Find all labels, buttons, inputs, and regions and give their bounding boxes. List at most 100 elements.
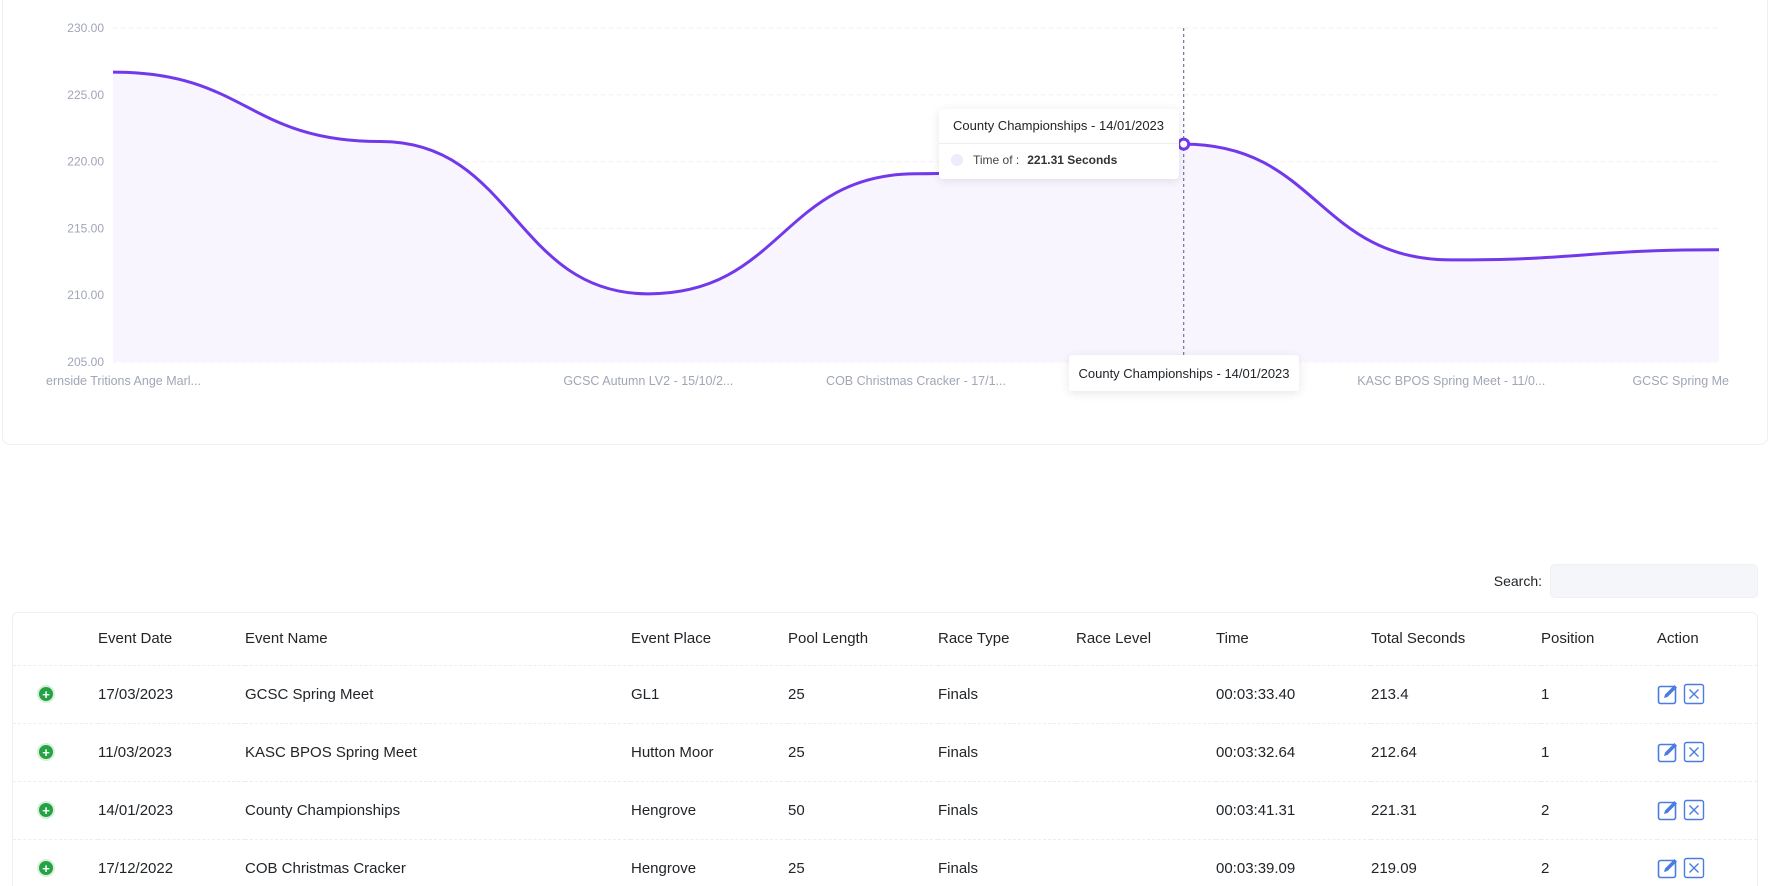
- col-race-type[interactable]: Race Type: [938, 613, 1076, 665]
- event-name-cell: COB Christmas Cracker: [245, 859, 406, 877]
- col-action: Action: [1657, 630, 1699, 648]
- tooltip-value: 221.31 Seconds: [1027, 153, 1118, 167]
- race-type-cell: Finals: [938, 743, 979, 761]
- delete-icon[interactable]: [1683, 799, 1705, 821]
- event-date-cell: 17/12/2022: [98, 859, 174, 877]
- expand-row-plus-icon[interactable]: +: [37, 859, 55, 878]
- y-tick-label: 230.00: [67, 21, 104, 35]
- table-row: + 17/03/2023 GCSC Spring Meet GL1 25 Fin…: [13, 665, 1757, 723]
- x-tick-label: GCSC Autumn LV2 - 15/10/2...: [563, 374, 733, 388]
- race-level-cell: [1076, 665, 1216, 723]
- x-tick-label: KASC BPOS Spring Meet - 11/0...: [1357, 374, 1545, 388]
- row-actions: [1657, 857, 1757, 879]
- race-level-cell: [1076, 839, 1216, 886]
- col-event-place[interactable]: Event Place: [631, 613, 788, 665]
- pool-length-cell: 50: [788, 801, 805, 819]
- event-place-cell: Hengrove: [631, 801, 697, 819]
- pool-length-cell: 25: [788, 859, 805, 877]
- pool-length-cell: 25: [788, 743, 805, 761]
- col-time[interactable]: Time: [1216, 613, 1371, 665]
- results-table: Event Date Event Name Event Place Pool L…: [13, 613, 1757, 886]
- row-actions: [1657, 799, 1757, 821]
- y-tick-label: 225.00: [67, 88, 104, 102]
- expand-cell: +: [13, 665, 98, 723]
- total-seconds-cell: 212.64: [1371, 743, 1417, 761]
- total-seconds-cell: 221.31: [1371, 801, 1417, 819]
- race-type-cell: Finals: [938, 685, 979, 703]
- race-level-cell: [1076, 723, 1216, 781]
- row-actions: [1657, 741, 1757, 763]
- edit-icon[interactable]: [1657, 683, 1679, 705]
- delete-icon[interactable]: [1683, 857, 1705, 879]
- table-row: + 17/12/2022 COB Christmas Cracker Hengr…: [13, 839, 1757, 886]
- time-cell: 00:03:33.40: [1216, 685, 1296, 703]
- data-point[interactable]: [375, 136, 387, 148]
- table-search: Search:: [1494, 564, 1758, 598]
- position-cell: 2: [1541, 801, 1550, 819]
- edit-icon[interactable]: [1657, 799, 1679, 821]
- x-tick-label: ernside Tritions Ange Marl...: [46, 374, 201, 388]
- tooltip-row: Time of : 221.31 Seconds: [951, 153, 1117, 167]
- x-tick-label: COB Christmas Cracker - 17/1...: [826, 374, 1006, 388]
- tooltip-divider: [939, 143, 1179, 144]
- expand-row-plus-icon[interactable]: +: [37, 743, 55, 761]
- col-pool-length[interactable]: Pool Length: [788, 613, 938, 665]
- data-point[interactable]: [1445, 254, 1457, 266]
- col-event-date[interactable]: Event Date: [98, 613, 245, 665]
- col-race-level[interactable]: Race Level: [1076, 613, 1216, 665]
- delete-icon[interactable]: [1683, 683, 1705, 705]
- race-level-cell: [1076, 781, 1216, 839]
- edit-icon[interactable]: [1657, 741, 1679, 763]
- delete-icon[interactable]: [1683, 741, 1705, 763]
- event-date-cell: 11/03/2023: [98, 743, 172, 761]
- row-actions: [1657, 683, 1757, 705]
- event-name-cell: KASC BPOS Spring Meet: [245, 743, 417, 761]
- event-name-cell: County Championships: [245, 801, 401, 819]
- expand-row-plus-icon[interactable]: +: [37, 801, 55, 819]
- performance-chart[interactable]: 205.00 210.00 215.00 220.00 225.00 230.00 erns…: [3, 0, 1769, 446]
- expand-cell: +: [13, 723, 98, 781]
- results-table-card: Event Date Event Name Event Place Pool L…: [12, 612, 1758, 886]
- data-point[interactable]: [910, 168, 922, 180]
- active-data-point[interactable]: [1177, 137, 1191, 151]
- event-date-cell: 17/03/2023: [98, 685, 174, 703]
- series-marker-icon: [951, 154, 963, 166]
- tooltip-label: Time of :: [973, 153, 1020, 167]
- col-event-name[interactable]: Event Name: [245, 613, 631, 665]
- action-cell: [1657, 781, 1757, 839]
- data-point[interactable]: [642, 288, 654, 300]
- y-tick-label: 215.00: [67, 221, 104, 235]
- table-row: + 14/01/2023 County Championships Hengro…: [13, 781, 1757, 839]
- data-point[interactable]: [1713, 244, 1725, 256]
- position-cell: 2: [1541, 859, 1550, 877]
- chart-tooltip: County Championships - 14/01/2023 Time o…: [939, 109, 1179, 179]
- y-tick-label: 220.00: [67, 155, 104, 169]
- edit-icon[interactable]: [1657, 857, 1679, 879]
- total-seconds-cell: 219.09: [1371, 859, 1417, 877]
- time-cell: 00:03:41.31: [1216, 801, 1296, 819]
- xaxis-tooltip: County Championships - 14/01/2023: [1069, 355, 1299, 391]
- col-position[interactable]: Position: [1541, 613, 1657, 665]
- expand-cell: +: [13, 781, 98, 839]
- position-cell: 1: [1541, 685, 1550, 703]
- search-input[interactable]: [1550, 564, 1758, 598]
- data-point[interactable]: [107, 66, 119, 78]
- series-area: [113, 72, 1719, 362]
- col-total-seconds[interactable]: Total Seconds: [1371, 613, 1541, 665]
- y-tick-label: 205.00: [67, 355, 104, 369]
- search-label: Search:: [1493, 573, 1542, 589]
- action-cell: [1657, 839, 1757, 886]
- expand-row-plus-icon[interactable]: +: [37, 685, 55, 703]
- event-place-cell: Hengrove: [631, 859, 697, 877]
- action-cell: [1657, 723, 1757, 781]
- y-tick-label: 210.00: [67, 288, 104, 302]
- table-row: + 11/03/2023 KASC BPOS Spring Meet Hutto…: [13, 723, 1757, 781]
- action-cell: [1657, 665, 1757, 723]
- position-cell: 1: [1541, 743, 1550, 761]
- event-name-cell: GCSC Spring Meet: [245, 685, 374, 703]
- tooltip-title: County Championships - 14/01/2023: [953, 118, 1165, 133]
- event-place-cell: GL1: [631, 685, 660, 703]
- race-type-cell: Finals: [938, 801, 979, 819]
- race-type-cell: Finals: [938, 859, 979, 877]
- pool-length-cell: 25: [788, 685, 805, 703]
